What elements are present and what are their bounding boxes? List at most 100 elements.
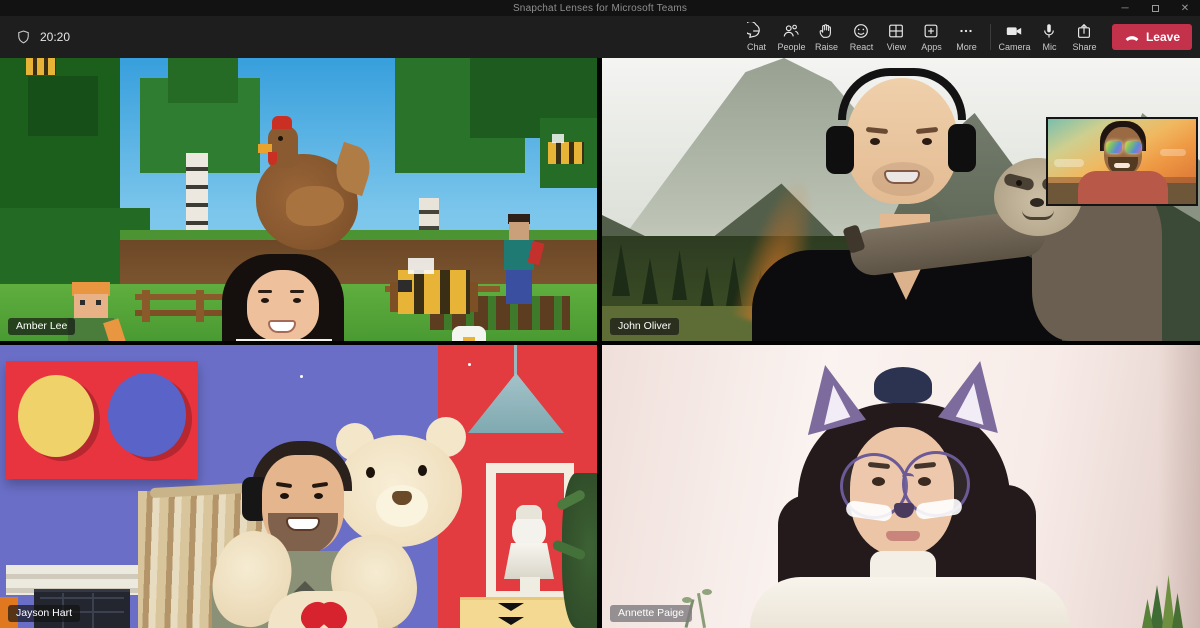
share-button[interactable]: Share (1067, 16, 1102, 58)
close-icon: ✕ (1180, 2, 1190, 14)
decor-shape (1054, 159, 1084, 167)
decor-shape (300, 375, 303, 378)
sweater (750, 577, 1070, 628)
decor-shape (1022, 210, 1054, 220)
decor-shape (886, 531, 920, 541)
shield-icon (18, 30, 29, 44)
raise-hand-icon (820, 24, 832, 38)
close-button[interactable]: ✕ (1170, 0, 1200, 16)
decor-shape (96, 300, 101, 305)
decor-shape (516, 505, 542, 519)
decor-shape (278, 136, 283, 141)
decor-shape (261, 298, 269, 303)
camera-button[interactable]: Camera (997, 16, 1032, 58)
headphone-band (838, 68, 966, 120)
apps-button[interactable]: Apps (914, 16, 949, 58)
react-label: React (849, 42, 874, 52)
share-icon (1078, 23, 1091, 38)
hair-bun (874, 367, 932, 403)
decor-shape (504, 543, 554, 579)
decor-shape (1016, 180, 1022, 186)
window-title: Snapchat Lenses for Microsoft Teams (512, 2, 688, 14)
raise-button[interactable]: Raise (809, 16, 844, 58)
leave-button[interactable]: Leave (1111, 24, 1192, 50)
leave-label: Leave (1145, 30, 1180, 44)
video-tile-jayson-hart[interactable]: Jayson Hart (0, 345, 597, 628)
decor-shape (92, 593, 94, 628)
decor-shape (290, 290, 304, 293)
more-button[interactable]: More (949, 16, 984, 58)
decor-shape (509, 222, 529, 240)
wall-art-yellow-circle (18, 375, 94, 457)
view-grid-icon (889, 24, 904, 38)
chat-button[interactable]: Chat (739, 16, 774, 58)
decor-shape (40, 597, 124, 599)
minimize-button[interactable]: ─ (1110, 0, 1140, 16)
view-button[interactable]: View (879, 16, 914, 58)
people-button[interactable]: People (774, 16, 809, 58)
participant-name-label: Jayson Hart (8, 605, 81, 622)
decor-shape (366, 467, 375, 478)
more-dots-icon (960, 29, 973, 33)
toolbar-divider (989, 24, 991, 50)
meeting-timer: 20:20 (40, 30, 71, 44)
decor-shape (1158, 345, 1200, 628)
mic-button[interactable]: Mic (1032, 16, 1067, 58)
decor-shape (408, 258, 434, 274)
react-button[interactable]: React (844, 16, 879, 58)
amber-shoulders (236, 339, 332, 341)
rainbow-glasses (1125, 141, 1141, 153)
decor-shape (520, 577, 540, 599)
decor-shape (74, 294, 108, 318)
decor-shape (28, 76, 98, 136)
decor-shape (1114, 163, 1130, 168)
minimize-icon: ─ (1121, 2, 1129, 14)
hangup-phone-icon (1125, 36, 1139, 42)
rainbow-glasses (1106, 141, 1122, 153)
decor-shape (286, 517, 320, 531)
self-view-tile[interactable] (1046, 117, 1198, 206)
video-tile-amber-lee[interactable]: Amber Lee (0, 58, 597, 341)
decor-shape (870, 138, 880, 145)
chat-label: Chat (746, 42, 766, 52)
decor-shape (280, 493, 289, 499)
participant-name-label: John Oliver (610, 318, 680, 335)
bee-large (398, 270, 470, 314)
meeting-toolbar: 20:20 Chat People Raise React View Apps … (0, 16, 1200, 58)
participant-name-label: Amber Lee (8, 318, 76, 335)
headphone-earcup (948, 124, 976, 172)
mic-icon (1044, 24, 1055, 38)
apps-icon (925, 24, 938, 38)
decor-shape (1142, 599, 1153, 628)
video-tile-annette-paige[interactable]: Annette Paige (602, 345, 1200, 628)
decor-shape (902, 473, 914, 481)
maximize-button[interactable] (1140, 0, 1170, 16)
titlebar: Snapchat Lenses for Microsoft Teams ─ ✕ (0, 0, 1200, 16)
mic-label: Mic (1042, 42, 1057, 52)
window-controls: ─ ✕ (1110, 0, 1200, 16)
toolbar-buttons: Chat People Raise React View Apps More C… (739, 16, 1192, 58)
video-grid: Amber Lee John Oliver Jayson Hart Annett… (0, 58, 1200, 628)
decor-shape (418, 465, 427, 476)
decor-shape (552, 134, 564, 143)
decor-shape (1160, 149, 1186, 156)
self-shirt (1078, 171, 1168, 204)
apps-label: Apps (921, 42, 942, 52)
camera-icon (1007, 27, 1022, 36)
more-label: More (956, 42, 977, 52)
decor-shape (506, 270, 532, 304)
decor-shape (702, 589, 712, 595)
react-smiley-icon (854, 24, 869, 38)
decor-shape (696, 593, 707, 628)
wall-art-blue-circle (108, 373, 186, 457)
decor-shape (258, 290, 272, 293)
decor-shape (314, 493, 323, 499)
view-label: View (886, 42, 907, 52)
timer-group: 20:20 (0, 29, 70, 45)
chat-icon (747, 22, 761, 39)
decor-shape (142, 290, 150, 322)
self-view-video (1048, 119, 1196, 204)
bee (26, 58, 56, 75)
teams-meeting-window: Snapchat Lenses for Microsoft Teams ─ ✕ … (0, 0, 1200, 628)
participant-name-label: Annette Paige (610, 605, 692, 622)
